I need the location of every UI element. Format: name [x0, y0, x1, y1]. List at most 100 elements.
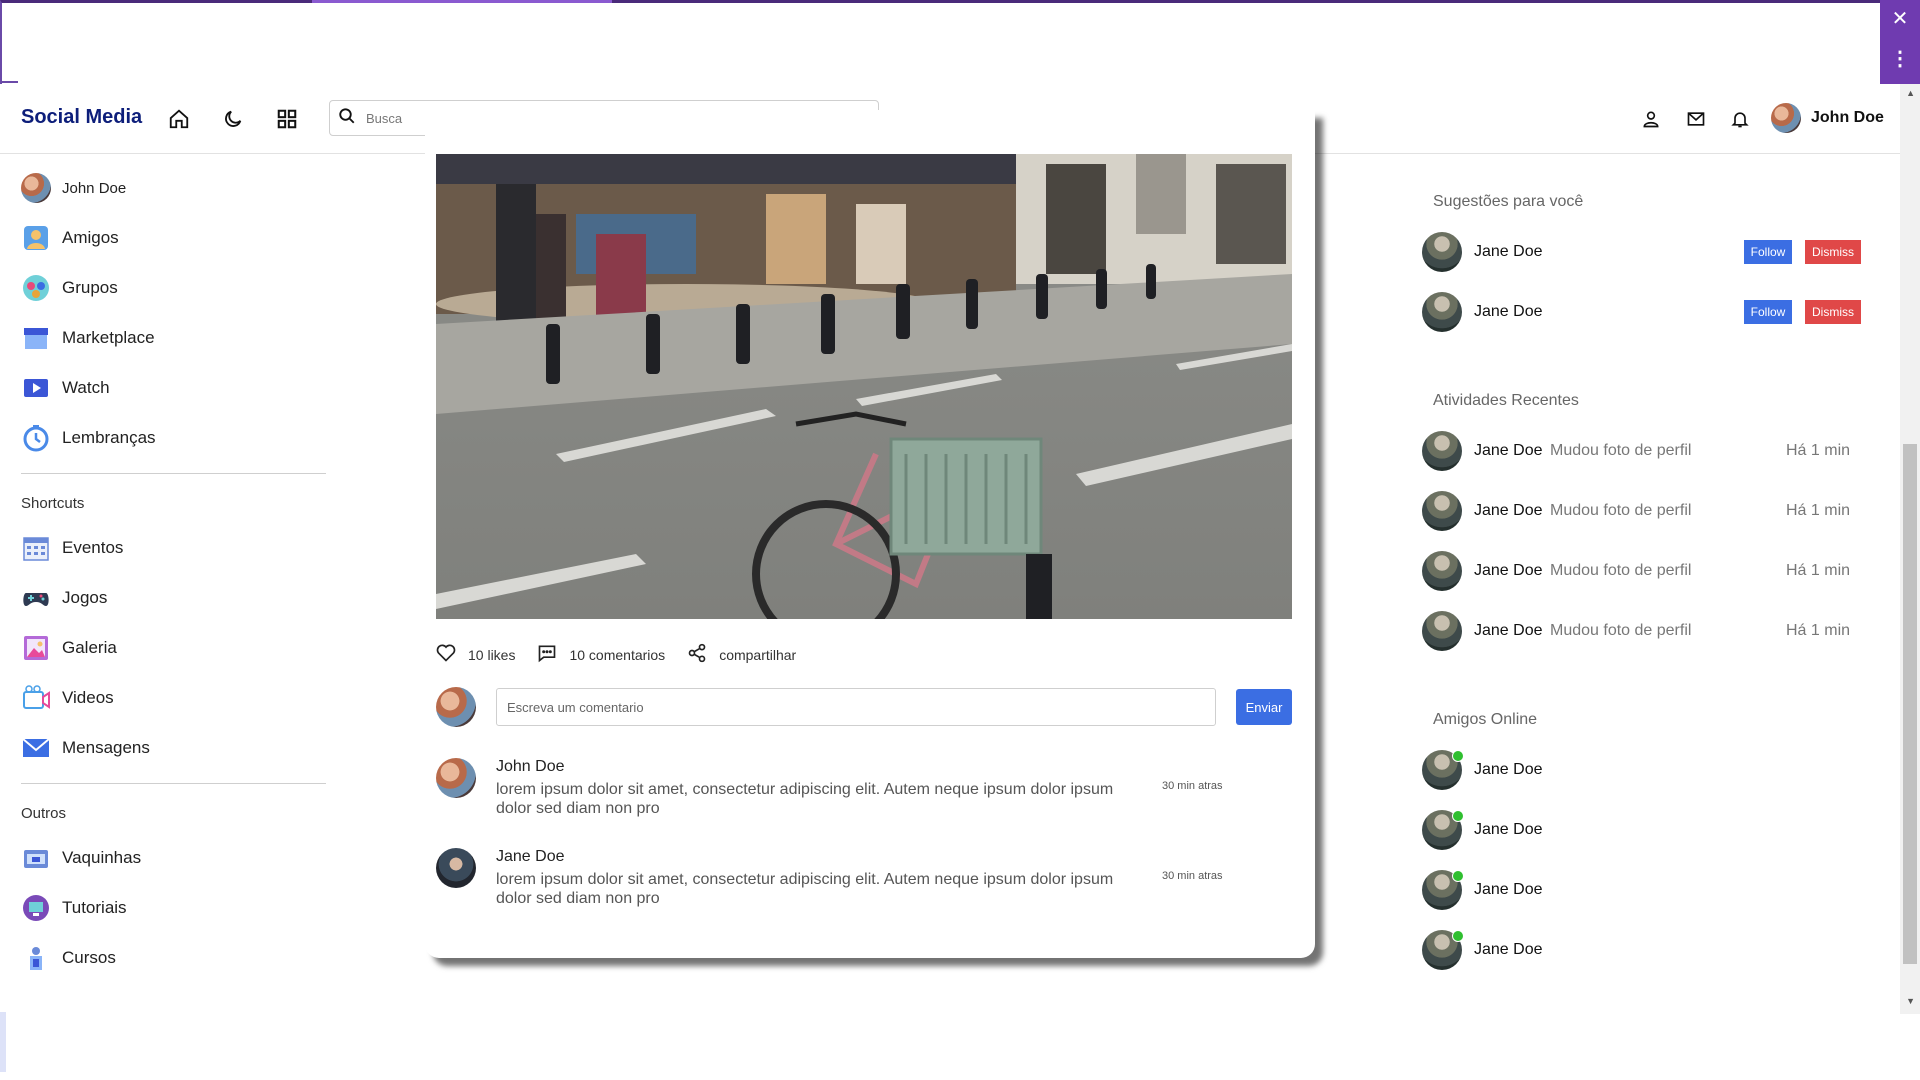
comment-author[interactable]: Jane Doe — [496, 848, 565, 866]
comment-author[interactable]: John Doe — [496, 758, 565, 776]
nav-profile[interactable]: John Doe — [1771, 103, 1884, 133]
activity-text: Mudou foto de perfil — [1550, 442, 1692, 459]
sidebar-item-marketplace[interactable]: Marketplace — [21, 321, 155, 355]
online-friend-name: Jane Doe — [1474, 941, 1543, 958]
comment-text: lorem ipsum dolor sit amet, consectetur … — [496, 781, 1114, 817]
grid-icon[interactable] — [272, 104, 302, 134]
avatar — [21, 173, 51, 203]
online-friend-item[interactable]: Jane Doe — [1422, 750, 1543, 790]
avatar[interactable] — [1422, 611, 1462, 651]
avatar[interactable] — [436, 758, 476, 798]
online-friend-name: Jane Doe — [1474, 761, 1543, 778]
scroll-down-icon[interactable]: ▼ — [1906, 996, 1915, 1006]
send-button[interactable]: Enviar — [1236, 689, 1292, 725]
sidebar-item-galeria[interactable]: Galeria — [21, 631, 117, 665]
sidebar-item-tutoriais[interactable]: Tutoriais — [21, 891, 127, 925]
envelope-icon — [21, 733, 51, 763]
avatar[interactable] — [1422, 232, 1462, 272]
activity-item: Jane Doe — [1422, 431, 1543, 471]
comments-count: 10 comentarios — [569, 646, 666, 663]
sidebar-item-label: Videos — [62, 688, 114, 707]
sidebar-item-grupos[interactable]: Grupos — [21, 271, 118, 305]
activity-name[interactable]: Jane Doe — [1474, 562, 1543, 580]
home-icon[interactable] — [164, 104, 194, 134]
sidebar-item-cursos[interactable]: Cursos — [21, 941, 116, 975]
follow-button[interactable]: Follow — [1744, 300, 1792, 324]
activity-text: Mudou foto de perfil — [1550, 502, 1692, 519]
suggestion-item: Jane Doe — [1422, 292, 1543, 332]
mail-icon[interactable] — [1681, 104, 1711, 134]
sidebar-item-jogos[interactable]: Jogos — [21, 581, 107, 615]
video-icon — [21, 683, 51, 713]
activity-item: Jane Doe — [1422, 491, 1543, 531]
avatar[interactable] — [1422, 491, 1462, 531]
gallery-icon — [21, 633, 51, 663]
online-friend-item[interactable]: Jane Doe — [1422, 870, 1543, 910]
suggestion-name[interactable]: Jane Doe — [1474, 243, 1543, 261]
activity-time: Há 1 min — [1786, 442, 1851, 459]
post-image[interactable] — [436, 154, 1292, 619]
activity-text: Mudou foto de perfil — [1550, 622, 1692, 639]
nav-user-name: John Doe — [1811, 109, 1884, 126]
post-actions: 10 likes 10 comentarios compartilhar — [436, 643, 818, 666]
avatar[interactable] — [1422, 292, 1462, 332]
share-button[interactable]: compartilhar — [687, 643, 796, 666]
sidebar-item-mensagens[interactable]: Mensagens — [21, 731, 150, 765]
activity-item: Jane Doe — [1422, 611, 1543, 651]
scroll-up-icon[interactable]: ▲ — [1906, 88, 1915, 98]
memories-icon — [21, 423, 51, 453]
avatar[interactable] — [1422, 551, 1462, 591]
sidebar-item-label: Lembranças — [62, 428, 156, 447]
sidebar-item-lembrancas[interactable]: Lembranças — [21, 421, 156, 455]
online-friend-item[interactable]: Jane Doe — [1422, 810, 1543, 850]
like-button[interactable]: 10 likes — [436, 643, 515, 666]
marketplace-icon — [21, 323, 51, 353]
bell-icon[interactable] — [1725, 104, 1755, 134]
more-vertical-icon[interactable]: ⋮ — [1880, 40, 1920, 76]
fundraiser-icon — [21, 843, 51, 873]
activity-name[interactable]: Jane Doe — [1474, 502, 1543, 520]
dismiss-button[interactable]: Dismiss — [1805, 240, 1861, 264]
sidebar-item-vaquinhas[interactable]: Vaquinhas — [21, 841, 141, 875]
activity-name[interactable]: Jane Doe — [1474, 442, 1543, 460]
brand-logo[interactable]: Social Media — [21, 106, 142, 129]
activity-time: Há 1 min — [1786, 562, 1851, 579]
sidebar-item-label: Mensagens — [62, 738, 150, 757]
scrollbar-thumb[interactable] — [1903, 444, 1917, 964]
sidebar-item-videos[interactable]: Videos — [21, 681, 114, 715]
online-friend-item[interactable]: Jane Doe — [1422, 930, 1543, 970]
sidebar-item-watch[interactable]: Watch — [21, 371, 110, 405]
suggestion-name[interactable]: Jane Doe — [1474, 303, 1543, 321]
online-friends-heading: Amigos Online — [1433, 711, 1538, 728]
tutorial-icon — [21, 893, 51, 923]
avatar[interactable] — [436, 848, 476, 888]
online-status-dot — [1452, 870, 1464, 882]
comment-input[interactable] — [496, 688, 1216, 726]
groups-icon — [21, 273, 51, 303]
sidebar-item-label: Amigos — [62, 228, 119, 247]
sidebar-item-label: Galeria — [62, 638, 117, 657]
close-icon[interactable]: ✕ — [1880, 0, 1920, 36]
likes-count: 10 likes — [468, 646, 516, 663]
moon-icon[interactable] — [218, 104, 248, 134]
activity-name[interactable]: Jane Doe — [1474, 622, 1543, 640]
gamepad-icon — [21, 583, 51, 613]
suggestions-heading: Sugestões para você — [1433, 193, 1584, 210]
page-scrollbar[interactable] — [1900, 84, 1920, 1014]
online-friend-name: Jane Doe — [1474, 821, 1543, 838]
sidebar-item-label: Watch — [62, 378, 110, 397]
comment-composer: Enviar — [436, 687, 1292, 727]
sidebar-item-label: John Doe — [62, 179, 127, 197]
heart-icon — [436, 643, 456, 666]
activity-text: Mudou foto de perfil — [1550, 562, 1692, 579]
sidebar-item-eventos[interactable]: Eventos — [21, 531, 123, 565]
courses-icon — [21, 943, 51, 973]
comments-button[interactable]: 10 comentarios — [537, 643, 665, 666]
sidebar-item-label: Vaquinhas — [62, 848, 142, 867]
follow-button[interactable]: Follow — [1744, 240, 1792, 264]
user-icon[interactable] — [1636, 104, 1666, 134]
dismiss-button[interactable]: Dismiss — [1805, 300, 1861, 324]
sidebar-item-amigos[interactable]: Amigos — [21, 221, 119, 255]
sidebar-profile[interactable]: John Doe — [21, 171, 126, 205]
avatar[interactable] — [1422, 431, 1462, 471]
